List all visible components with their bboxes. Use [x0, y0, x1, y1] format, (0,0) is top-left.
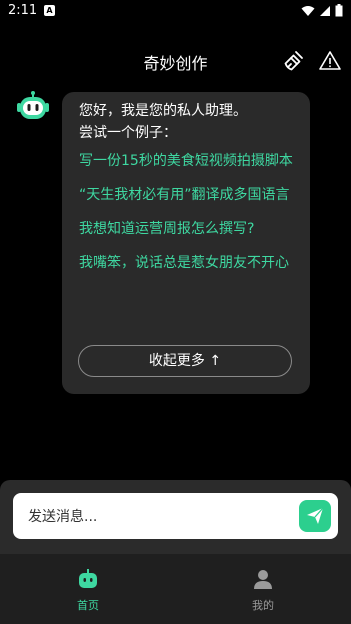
warning-icon[interactable] [318, 49, 342, 73]
suggestion-item[interactable]: 写一份15秒的美食短视频拍摄脚本 [79, 150, 294, 172]
message-input[interactable] [26, 493, 290, 541]
status-time: 2:11 [8, 3, 38, 18]
assistant-avatar-icon [17, 91, 49, 119]
assistant-message-bubble: 您好，我是您的私人助理。 尝试一个例子： 写一份15秒的美食短视频拍摄脚本 “天… [62, 92, 310, 394]
cellular-signal-icon [320, 5, 330, 16]
send-button[interactable] [299, 500, 331, 532]
status-icons [301, 4, 343, 17]
robot-home-icon [79, 569, 97, 588]
wifi-icon [301, 5, 315, 16]
collapse-more-button[interactable]: 收起更多 ↑ [78, 345, 292, 377]
broom-clean-icon[interactable] [282, 49, 306, 73]
notification-icon: A [44, 5, 55, 16]
example-prompt-text: 尝试一个例子： [79, 125, 177, 141]
suggestion-item[interactable]: 我嘴笨，说话总是惹女朋友不开心 [79, 252, 294, 274]
nav-item-me[interactable]: 我的 [223, 568, 303, 613]
suggestion-item[interactable]: “天生我材必有用”翻译成多国语言 [79, 184, 294, 206]
send-icon [307, 507, 324, 524]
message-input-area [0, 480, 351, 554]
nav-item-home[interactable]: 首页 [48, 568, 128, 613]
nav-label-home: 首页 [77, 599, 99, 612]
app-header: 奇妙创作 [0, 40, 351, 80]
greeting-text: 您好，我是您的私人助理。 [79, 103, 247, 119]
suggestion-item[interactable]: 我想知道运营周报怎么撰写? [79, 218, 294, 240]
status-bar: 2:11 A [0, 0, 351, 24]
nav-label-me: 我的 [252, 599, 274, 612]
message-input-box [13, 493, 338, 541]
person-icon [254, 570, 272, 589]
battery-icon [335, 4, 343, 17]
suggestion-list: 写一份15秒的美食短视频拍摄脚本 “天生我材必有用”翻译成多国语言 我想知道运营… [79, 150, 294, 274]
bottom-nav: 首页 我的 [0, 554, 351, 624]
